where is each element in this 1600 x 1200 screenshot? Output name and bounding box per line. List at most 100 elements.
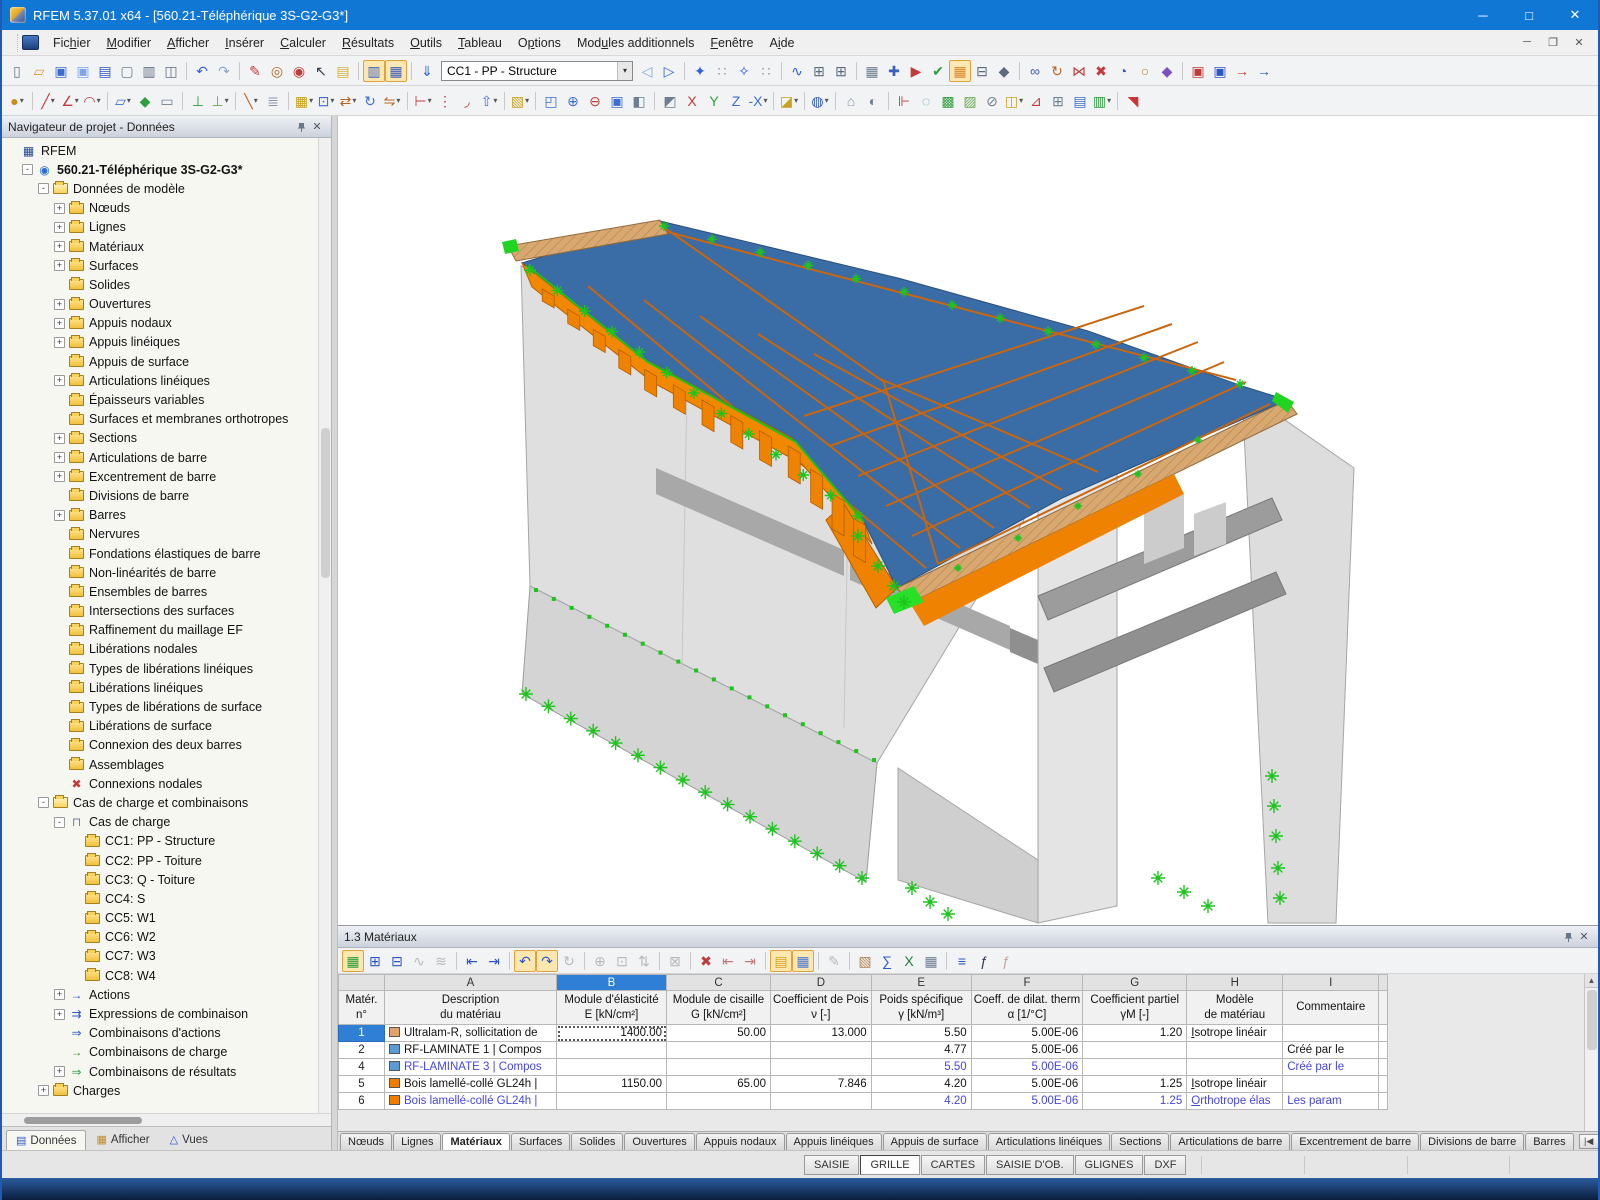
display-loads-button[interactable]: ⊩ [893, 90, 915, 112]
cell-6-G[interactable]: 1.25 [1083, 1093, 1187, 1110]
cell-4-I[interactable]: Créé par le [1283, 1059, 1379, 1076]
delete-rows-button[interactable]: ✖ [695, 950, 717, 972]
new-polyline-button[interactable]: ∠▾ [59, 90, 81, 112]
delete-column-left-button[interactable]: ⇤ [717, 950, 739, 972]
zoom-extents-button[interactable]: ▣ [606, 90, 628, 112]
cell-6-C[interactable] [667, 1093, 771, 1110]
visibility-button[interactable]: ◍▾ [809, 90, 831, 112]
print-graphic-button[interactable]: ▤ [1069, 90, 1091, 112]
table-tab-n-uds[interactable]: Nœuds [340, 1133, 392, 1150]
column-letter-G[interactable]: G [1083, 975, 1187, 991]
open-copy-button[interactable]: ▣ [72, 60, 94, 82]
cell-4-desc[interactable]: RF-LAMINATE 3 | Compos [385, 1059, 557, 1076]
maximize-button[interactable]: □ [1506, 0, 1552, 30]
delete-column-right-button[interactable]: ⇥ [739, 950, 761, 972]
wall-far-right[interactable] [1242, 390, 1354, 923]
cell-5-H[interactable]: Isotrope linéair [1187, 1076, 1283, 1093]
mesh-settings-button[interactable]: ✚ [883, 60, 905, 82]
tree-item-lignes[interactable]: +Lignes [2, 218, 318, 237]
tree-item-cc4-s[interactable]: +CC4: S [2, 889, 318, 908]
expand-icon[interactable]: + [38, 1085, 49, 1096]
table-tab-ouvertures[interactable]: Ouvertures [624, 1133, 694, 1150]
new-file-button[interactable]: ▯ [6, 60, 28, 82]
collapse-icon[interactable]: - [22, 164, 33, 175]
collapse-icon[interactable]: - [38, 797, 49, 808]
info-button[interactable]: ◔ [1112, 60, 1134, 82]
dropdown-icon[interactable]: ▾ [794, 96, 798, 105]
export-excel-button[interactable]: X [898, 950, 920, 972]
tree-item-connexions-nodales[interactable]: +✖Connexions nodales [2, 774, 318, 793]
window-slot[interactable] [1010, 628, 1038, 664]
view-minus-x-button[interactable]: -X▾ [747, 90, 769, 112]
navigator-tab-vues[interactable]: △Vues [160, 1129, 218, 1150]
show-numbering-button[interactable]: ∷ [711, 60, 733, 82]
partial-view-button[interactable]: ◫▾ [1003, 90, 1025, 112]
isometric-view-button[interactable]: ◩ [659, 90, 681, 112]
column-header-C[interactable]: Module de cisailleG [kN/cm²] [667, 991, 771, 1025]
cell-2-I[interactable]: Créé par le [1283, 1042, 1379, 1059]
cell-4-C[interactable] [667, 1059, 771, 1076]
move-copy-button[interactable]: ⇄▾ [337, 90, 359, 112]
add-row-button[interactable]: ⊕ [589, 950, 611, 972]
tree-item-barres[interactable]: +Barres [2, 506, 318, 525]
lower-structure[interactable] [898, 768, 1038, 923]
collapse-icon[interactable]: - [38, 183, 49, 194]
cell-2-F[interactable]: 5.00E-06 [971, 1042, 1083, 1059]
dropdown-icon[interactable]: ▾ [309, 96, 313, 105]
tree-item-expressions-de-combinaison[interactable]: +⇉Expressions de combinaison [2, 1004, 318, 1023]
menu-inserer[interactable]: Insérer [217, 32, 272, 54]
scroll-thumb[interactable] [24, 1117, 142, 1124]
column-letter-H[interactable]: H [1187, 975, 1283, 991]
tree-item-liberations-nodales[interactable]: +Libérations nodales [2, 640, 318, 659]
new-line-support-button[interactable]: ⊥▾ [209, 90, 231, 112]
tree-item-combinaisons-de-resultats[interactable]: +⇒Combinaisons de résultats [2, 1062, 318, 1081]
column-header-D[interactable]: Coefficient de Poisν [-] [771, 991, 872, 1025]
expand-icon[interactable]: + [54, 222, 65, 233]
redo-table-button[interactable]: ↷ [536, 950, 558, 972]
tree-item-n-uds[interactable]: +Nœuds [2, 199, 318, 218]
menu-tableau[interactable]: Tableau [450, 32, 510, 54]
load-case-combo[interactable]: CC1 - PP - Structure▾ [441, 61, 633, 81]
corner-cell[interactable] [339, 975, 385, 991]
cell-4-E[interactable]: 5.50 [871, 1059, 971, 1076]
tree-item-cc2-pp-toiture[interactable]: +CC2: PP - Toiture [2, 851, 318, 870]
menu-modules-additionnels[interactable]: Modules additionnels [569, 32, 702, 54]
collapse-icon[interactable]: - [54, 817, 65, 828]
navigator-tab-donnees[interactable]: ▤Données [6, 1130, 86, 1150]
column-letter-B[interactable]: B [557, 975, 667, 991]
table-active-button[interactable]: ▦ [342, 950, 364, 972]
zoom-target-button[interactable]: ◉ [288, 60, 310, 82]
table-tab-appuis-lineiques[interactable]: Appuis linéiques [786, 1133, 882, 1150]
show-dimensions-button[interactable]: ∷ [755, 60, 777, 82]
tree-item-rfem[interactable]: +▦RFEM [2, 141, 318, 160]
picture-export-button[interactable]: ▧ [854, 950, 876, 972]
table-tab-solides[interactable]: Solides [571, 1133, 623, 1150]
cell-6-B[interactable] [557, 1093, 667, 1110]
close-button[interactable]: ✕ [1552, 0, 1598, 30]
scroll-up-icon[interactable]: ▲ [1585, 974, 1598, 988]
status-button-saisie[interactable]: SAISIE [804, 1155, 859, 1175]
tree-item-fondations-elastiques-de-barre[interactable]: +Fondations élastiques de barre [2, 544, 318, 563]
toggle-navigator-button[interactable]: ▥ [363, 60, 385, 82]
tree-item-ensembles-de-barres[interactable]: +Ensembles de barres [2, 582, 318, 601]
cell-5-D[interactable]: 7.846 [771, 1076, 872, 1093]
copy-button[interactable]: ▢ [116, 60, 138, 82]
cell-2-C[interactable] [667, 1042, 771, 1059]
column-letter-A[interactable]: A [385, 975, 557, 991]
expand-icon[interactable]: + [54, 203, 65, 214]
tree-item-combinaisons-de-charge[interactable]: +→Combinaisons de charge [2, 1043, 318, 1062]
column-header-H[interactable]: Modèlede matériau [1187, 991, 1283, 1025]
expand-icon[interactable]: + [54, 337, 65, 348]
grid-display-button[interactable]: ⊞ [1047, 90, 1069, 112]
table-tab-surfaces[interactable]: Surfaces [511, 1133, 570, 1150]
model-3d-view[interactable] [338, 116, 1598, 925]
cell-6-H[interactable]: Orthotrope élas [1187, 1093, 1283, 1110]
cell-6-desc[interactable]: Bois lamellé-collé GL24h | [385, 1093, 557, 1110]
connect-members-button[interactable]: ⊢▾ [412, 90, 434, 112]
menu-afficher[interactable]: Afficher [159, 32, 217, 54]
dropdown-icon[interactable]: ▾ [525, 96, 529, 105]
tree-item-appuis-nodaux[interactable]: +Appuis nodaux [2, 314, 318, 333]
table-chart-button[interactable]: ∿ [408, 950, 430, 972]
show-loads-button[interactable]: ✦ [689, 60, 711, 82]
interior-panel[interactable] [1194, 502, 1226, 556]
